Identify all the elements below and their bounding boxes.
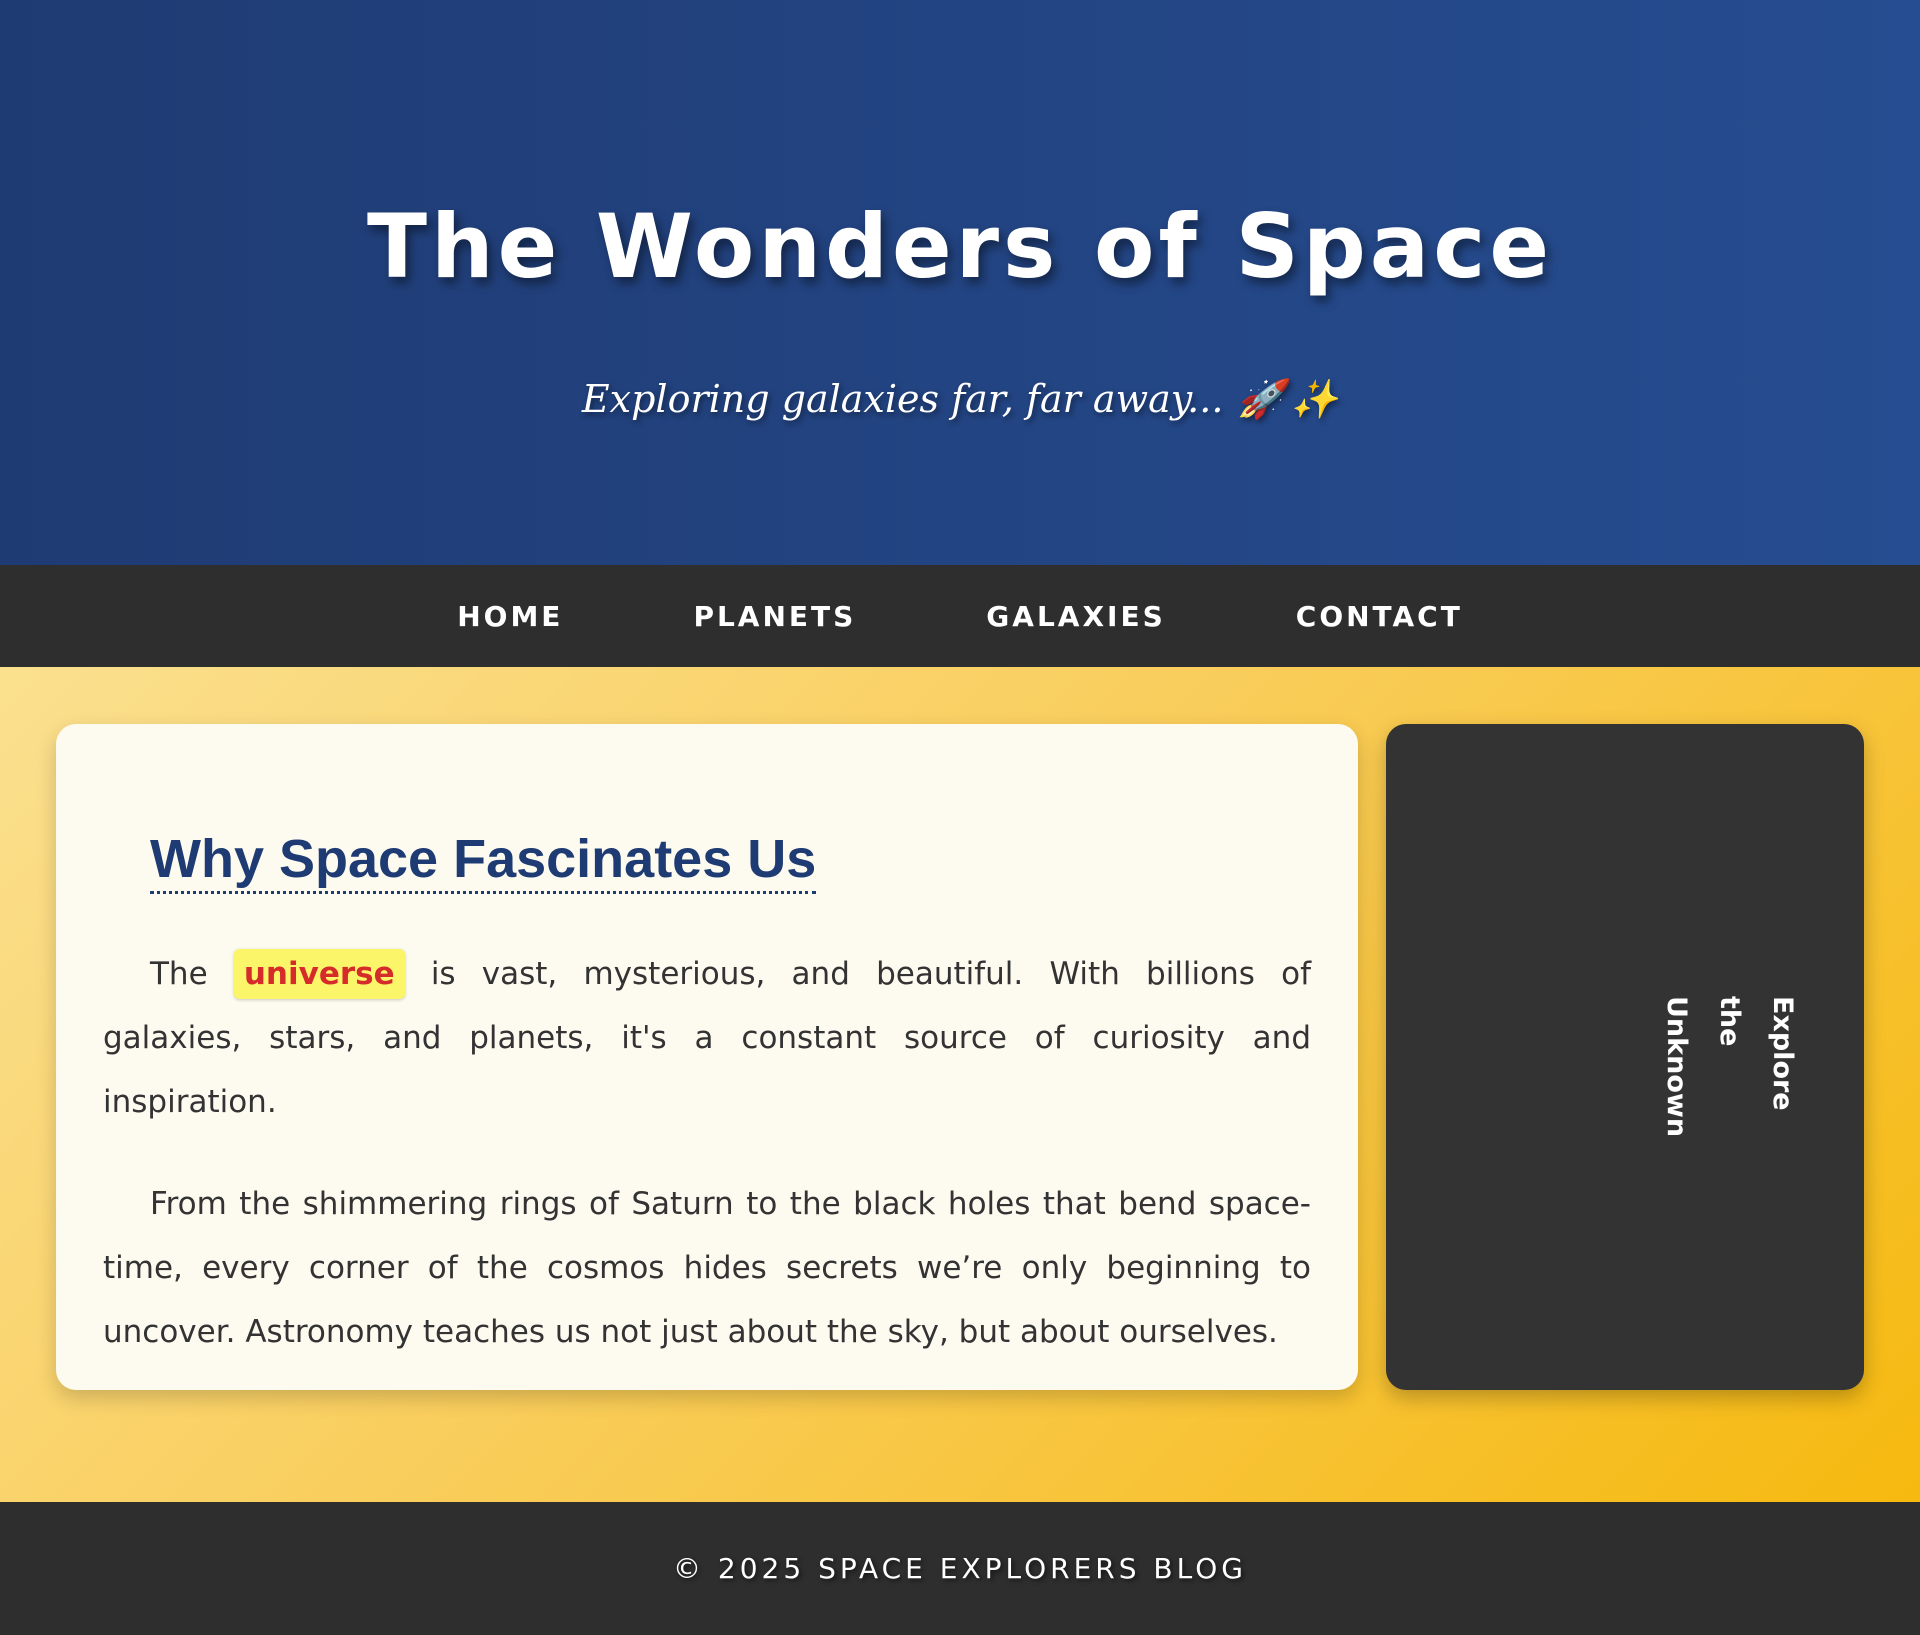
nav-link-planets[interactable]: PLANETS xyxy=(693,600,856,633)
paragraph-1-lead: The xyxy=(150,956,234,992)
site-subtitle: Exploring galaxies far, far away... 🚀 ✨ xyxy=(582,374,1338,424)
page-footer: © 2025 SPACE EXPLORERS BLOG xyxy=(0,1502,1920,1635)
nav-link-contact[interactable]: CONTACT xyxy=(1296,600,1463,633)
article-paragraph-1: The universe is vast, mysterious, and be… xyxy=(103,942,1311,1134)
article-card: Why Space Fascinates Us The universe is … xyxy=(56,724,1358,1390)
nav-link-home[interactable]: HOME xyxy=(457,600,563,633)
subtitle-text: Exploring galaxies far, far away... xyxy=(581,377,1224,421)
sidebar-vertical-text: Explore the Unknown xyxy=(1661,996,1798,1138)
article-paragraph-2: From the shimmering rings of Saturn to t… xyxy=(103,1186,1311,1350)
footer-copyright: © 2025 SPACE EXPLORERS BLOG xyxy=(673,1552,1247,1585)
hero-header: The Wonders of Space Exploring galaxies … xyxy=(0,0,1920,565)
main-nav: HOME PLANETS GALAXIES CONTACT xyxy=(0,565,1920,667)
nav-link-galaxies[interactable]: GALAXIES xyxy=(986,600,1165,633)
highlight-universe: universe xyxy=(233,949,405,999)
site-title: The Wonders of Space xyxy=(366,195,1554,298)
sparkles-icon: ✨ xyxy=(1290,377,1339,421)
article-heading: Why Space Fascinates Us xyxy=(150,829,817,894)
rocket-icon: 🚀 xyxy=(1237,377,1285,421)
sidebar-card: Explore the Unknown xyxy=(1386,724,1864,1390)
main-content: Why Space Fascinates Us The universe is … xyxy=(0,667,1920,1502)
